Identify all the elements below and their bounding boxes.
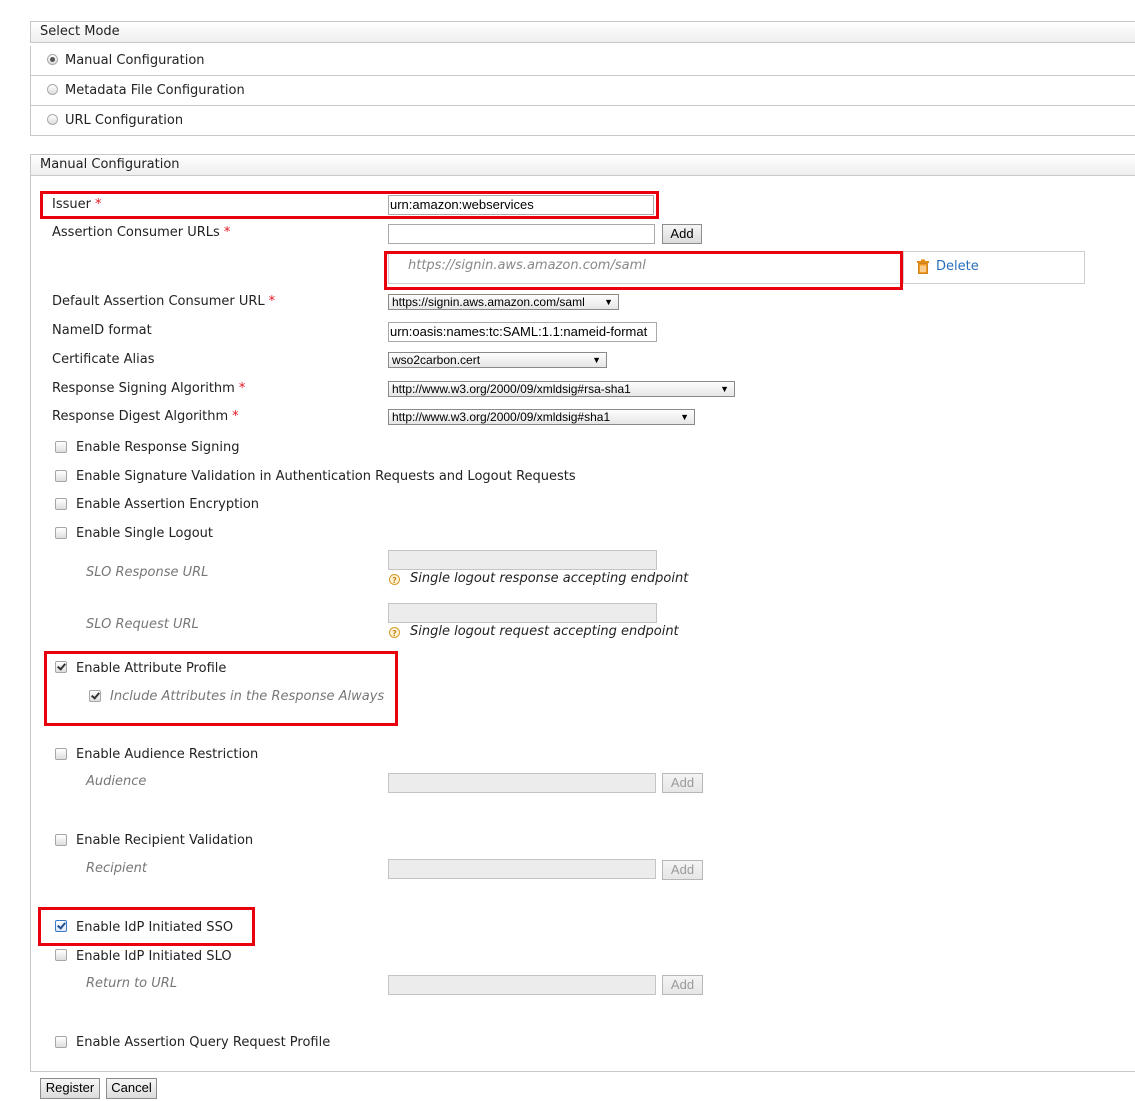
acs-delete-link[interactable]: Delete	[936, 259, 979, 274]
single-logout-checkbox[interactable]	[55, 527, 67, 539]
cert-alias-select[interactable]: wso2carbon.cert ▼	[388, 352, 607, 368]
recipient-add-button[interactable]: Add	[662, 860, 703, 880]
digest-alg-label: Response Digest Algorithm *	[52, 409, 239, 424]
url-radio[interactable]	[47, 114, 58, 125]
assertion-encryption-checkbox[interactable]	[55, 498, 67, 510]
digest-alg-select[interactable]: http://www.w3.org/2000/09/xmldsig#sha1 ▼	[388, 409, 695, 425]
idp-slo-label: Enable IdP Initiated SLO	[76, 949, 232, 964]
single-logout-label: Enable Single Logout	[76, 526, 214, 541]
slo-request-input[interactable]	[388, 603, 657, 623]
manual-config-header: Manual Configuration	[30, 154, 1135, 176]
recipient-validation-label: Enable Recipient Validation	[76, 833, 254, 848]
slo-response-input[interactable]	[388, 550, 657, 570]
register-button[interactable]: Register	[40, 1078, 100, 1099]
slo-request-help: Single logout request accepting endpoint	[410, 624, 679, 639]
audience-input[interactable]	[388, 773, 656, 793]
trash-icon[interactable]	[916, 259, 930, 274]
audience-add-button[interactable]: Add	[662, 773, 703, 793]
chevron-down-icon: ▼	[592, 355, 601, 365]
recipient-input[interactable]	[388, 859, 656, 879]
acs-label: Assertion Consumer URLs *	[52, 225, 231, 240]
chevron-down-icon: ▼	[720, 384, 729, 394]
nameid-label: NameID format	[52, 323, 152, 338]
response-signing-checkbox[interactable]	[55, 441, 67, 453]
signature-validation-label: Enable Signature Validation in Authentic…	[76, 469, 576, 484]
default-acs-select[interactable]: https://signin.aws.amazon.com/saml ▼	[388, 294, 619, 310]
select-mode-title: Select Mode	[40, 24, 120, 39]
mode-label-metadata: Metadata File Configuration	[65, 83, 245, 98]
select-mode-header: Select Mode	[30, 21, 1135, 43]
manual-config-title: Manual Configuration	[40, 157, 180, 172]
cancel-button[interactable]: Cancel	[106, 1078, 157, 1099]
chevron-down-icon: ▼	[604, 297, 613, 307]
highlight-attribute-profile	[44, 651, 398, 726]
mode-label-url: URL Configuration	[65, 113, 184, 128]
cert-alias-value: wso2carbon.cert	[392, 353, 481, 367]
acs-input[interactable]	[388, 224, 655, 244]
highlight-issuer	[40, 191, 659, 219]
default-acs-label: Default Assertion Consumer URL *	[52, 294, 276, 309]
return-url-add-button[interactable]: Add	[662, 975, 703, 995]
chevron-down-icon: ▼	[680, 412, 689, 422]
highlight-idp-sso	[38, 907, 255, 946]
signing-alg-label: Response Signing Algorithm *	[52, 381, 246, 396]
digest-alg-value: http://www.w3.org/2000/09/xmldsig#sha1	[392, 410, 611, 424]
help-icon: ?	[389, 574, 400, 585]
manual-radio[interactable]	[47, 54, 58, 65]
audience-restriction-checkbox[interactable]	[55, 748, 67, 760]
idp-slo-checkbox[interactable]	[55, 949, 67, 961]
recipient-label: Recipient	[86, 861, 147, 876]
mode-option-metadata[interactable]: Metadata File Configuration	[30, 76, 1135, 106]
return-url-label: Return to URL	[86, 976, 178, 991]
acs-list-divider	[903, 251, 904, 284]
audience-restriction-label: Enable Audience Restriction	[76, 747, 259, 762]
signing-alg-value: http://www.w3.org/2000/09/xmldsig#rsa-sh…	[392, 382, 631, 396]
signing-alg-select[interactable]: http://www.w3.org/2000/09/xmldsig#rsa-sh…	[388, 381, 735, 397]
slo-request-label: SLO Request URL	[86, 617, 199, 632]
acs-add-button[interactable]: Add	[662, 224, 702, 244]
slo-response-label: SLO Response URL	[86, 565, 209, 580]
mode-option-url[interactable]: URL Configuration	[30, 106, 1135, 136]
assertion-encryption-label: Enable Assertion Encryption	[76, 497, 260, 512]
response-signing-label: Enable Response Signing	[76, 440, 240, 455]
highlight-acs-url	[384, 251, 903, 290]
metadata-radio[interactable]	[47, 84, 58, 95]
return-url-input[interactable]	[388, 975, 656, 995]
slo-response-help: Single logout response accepting endpoin…	[410, 571, 689, 586]
signature-validation-checkbox[interactable]	[55, 470, 67, 482]
assertion-query-checkbox[interactable]	[55, 1036, 67, 1048]
help-icon: ?	[389, 627, 400, 638]
audience-label: Audience	[86, 774, 147, 789]
mode-label-manual: Manual Configuration	[65, 53, 205, 68]
recipient-validation-checkbox[interactable]	[55, 834, 67, 846]
mode-option-manual[interactable]: Manual Configuration	[30, 46, 1135, 76]
default-acs-value: https://signin.aws.amazon.com/saml	[392, 295, 585, 309]
assertion-query-label: Enable Assertion Query Request Profile	[76, 1035, 331, 1050]
cert-alias-label: Certificate Alias	[52, 352, 155, 367]
nameid-input[interactable]: urn:oasis:names:tc:SAML:1.1:nameid-forma…	[388, 322, 657, 342]
